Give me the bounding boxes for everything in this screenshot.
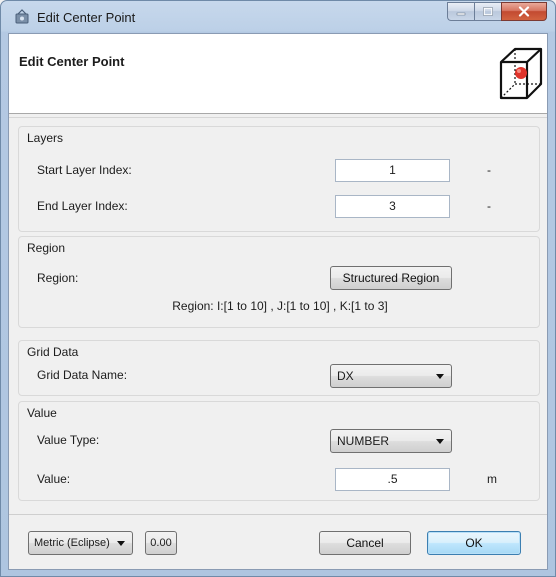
dialog-window: Edit Center Point Edit Center Point Laye… — [0, 0, 556, 577]
region-group: Region Region: Structured Region Region:… — [18, 236, 540, 328]
grid-data-name-label: Grid Data Name: — [37, 368, 128, 382]
chevron-down-icon — [436, 439, 444, 444]
chevron-down-icon — [436, 374, 444, 379]
window-title: Edit Center Point — [37, 10, 136, 25]
chevron-down-icon — [117, 541, 125, 546]
close-button[interactable] — [501, 2, 547, 21]
app-icon — [15, 9, 29, 24]
dialog-header: Edit Center Point — [9, 34, 547, 114]
title-bar[interactable]: Edit Center Point — [1, 1, 555, 33]
value-label: Value: — [37, 472, 71, 486]
start-layer-unit: - — [487, 163, 491, 177]
region-label: Region: — [37, 271, 79, 285]
end-layer-unit: - — [487, 199, 491, 213]
grid-data-name-value: DX — [337, 369, 354, 383]
header-title: Edit Center Point — [19, 54, 125, 69]
value-input[interactable]: .5 — [335, 468, 450, 491]
region-group-title: Region — [27, 241, 66, 255]
value-type-label: Value Type: — [37, 433, 100, 447]
minimize-icon — [456, 12, 466, 15]
minimize-button[interactable] — [447, 2, 474, 21]
maximize-button[interactable] — [474, 2, 501, 21]
layers-group: Layers Start Layer Index: 1 - End Layer … — [18, 126, 540, 232]
grid-data-group-title: Grid Data — [27, 345, 79, 359]
start-layer-input[interactable]: 1 — [335, 159, 450, 182]
grid-data-group: Grid Data Grid Data Name: DX — [18, 340, 540, 396]
start-layer-label: Start Layer Index: — [37, 163, 132, 177]
ok-button[interactable]: OK — [427, 531, 521, 555]
dialog-client-area: Edit Center Point Layers Start Layer Ind… — [8, 33, 548, 570]
end-layer-input[interactable]: 3 — [335, 195, 450, 218]
value-type-value: NUMBER — [337, 434, 390, 448]
value-unit: m — [487, 472, 497, 486]
end-layer-label: End Layer Index: — [37, 199, 128, 213]
layers-group-title: Layers — [27, 131, 64, 145]
cube-center-point-icon — [499, 47, 543, 100]
window-controls — [447, 2, 547, 22]
maximize-icon — [483, 7, 493, 16]
grid-data-name-select[interactable]: DX — [330, 364, 452, 388]
header-separator — [9, 117, 547, 118]
close-icon — [518, 6, 530, 17]
precision-button[interactable]: 0.00 — [145, 531, 177, 555]
region-info-text: Region: I:[1 to 10] , J:[1 to 10] , K:[1… — [172, 299, 388, 313]
structured-region-button[interactable]: Structured Region — [330, 266, 452, 290]
unit-system-select[interactable]: Metric (Eclipse) — [28, 531, 133, 555]
value-type-select[interactable]: NUMBER — [330, 429, 452, 453]
footer-separator — [9, 514, 547, 515]
unit-system-value: Metric (Eclipse) — [34, 537, 110, 549]
value-group: Value Value Type: NUMBER Value: .5 m — [18, 401, 540, 501]
cancel-button[interactable]: Cancel — [319, 531, 411, 555]
value-group-title: Value — [27, 406, 57, 420]
